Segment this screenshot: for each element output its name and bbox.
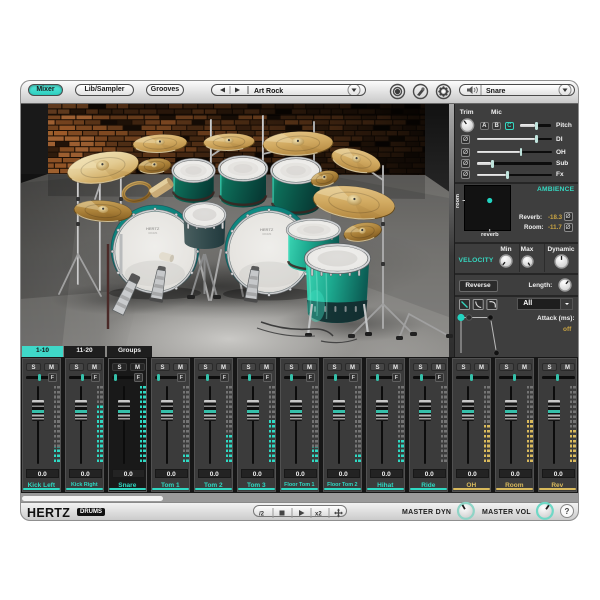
svg-text:/2: /2 <box>259 512 265 518</box>
svg-text:x2: x2 <box>315 512 322 518</box>
svg-text:DRUMS: DRUMS <box>263 233 272 236</box>
svg-text:DRUMS: DRUMS <box>149 232 158 235</box>
svg-text:HERTZ: HERTZ <box>260 227 274 232</box>
svg-text:Art Rock: Art Rock <box>254 88 283 95</box>
svg-text:Snare: Snare <box>486 88 506 95</box>
svg-text:HERTZ: HERTZ <box>146 226 160 231</box>
